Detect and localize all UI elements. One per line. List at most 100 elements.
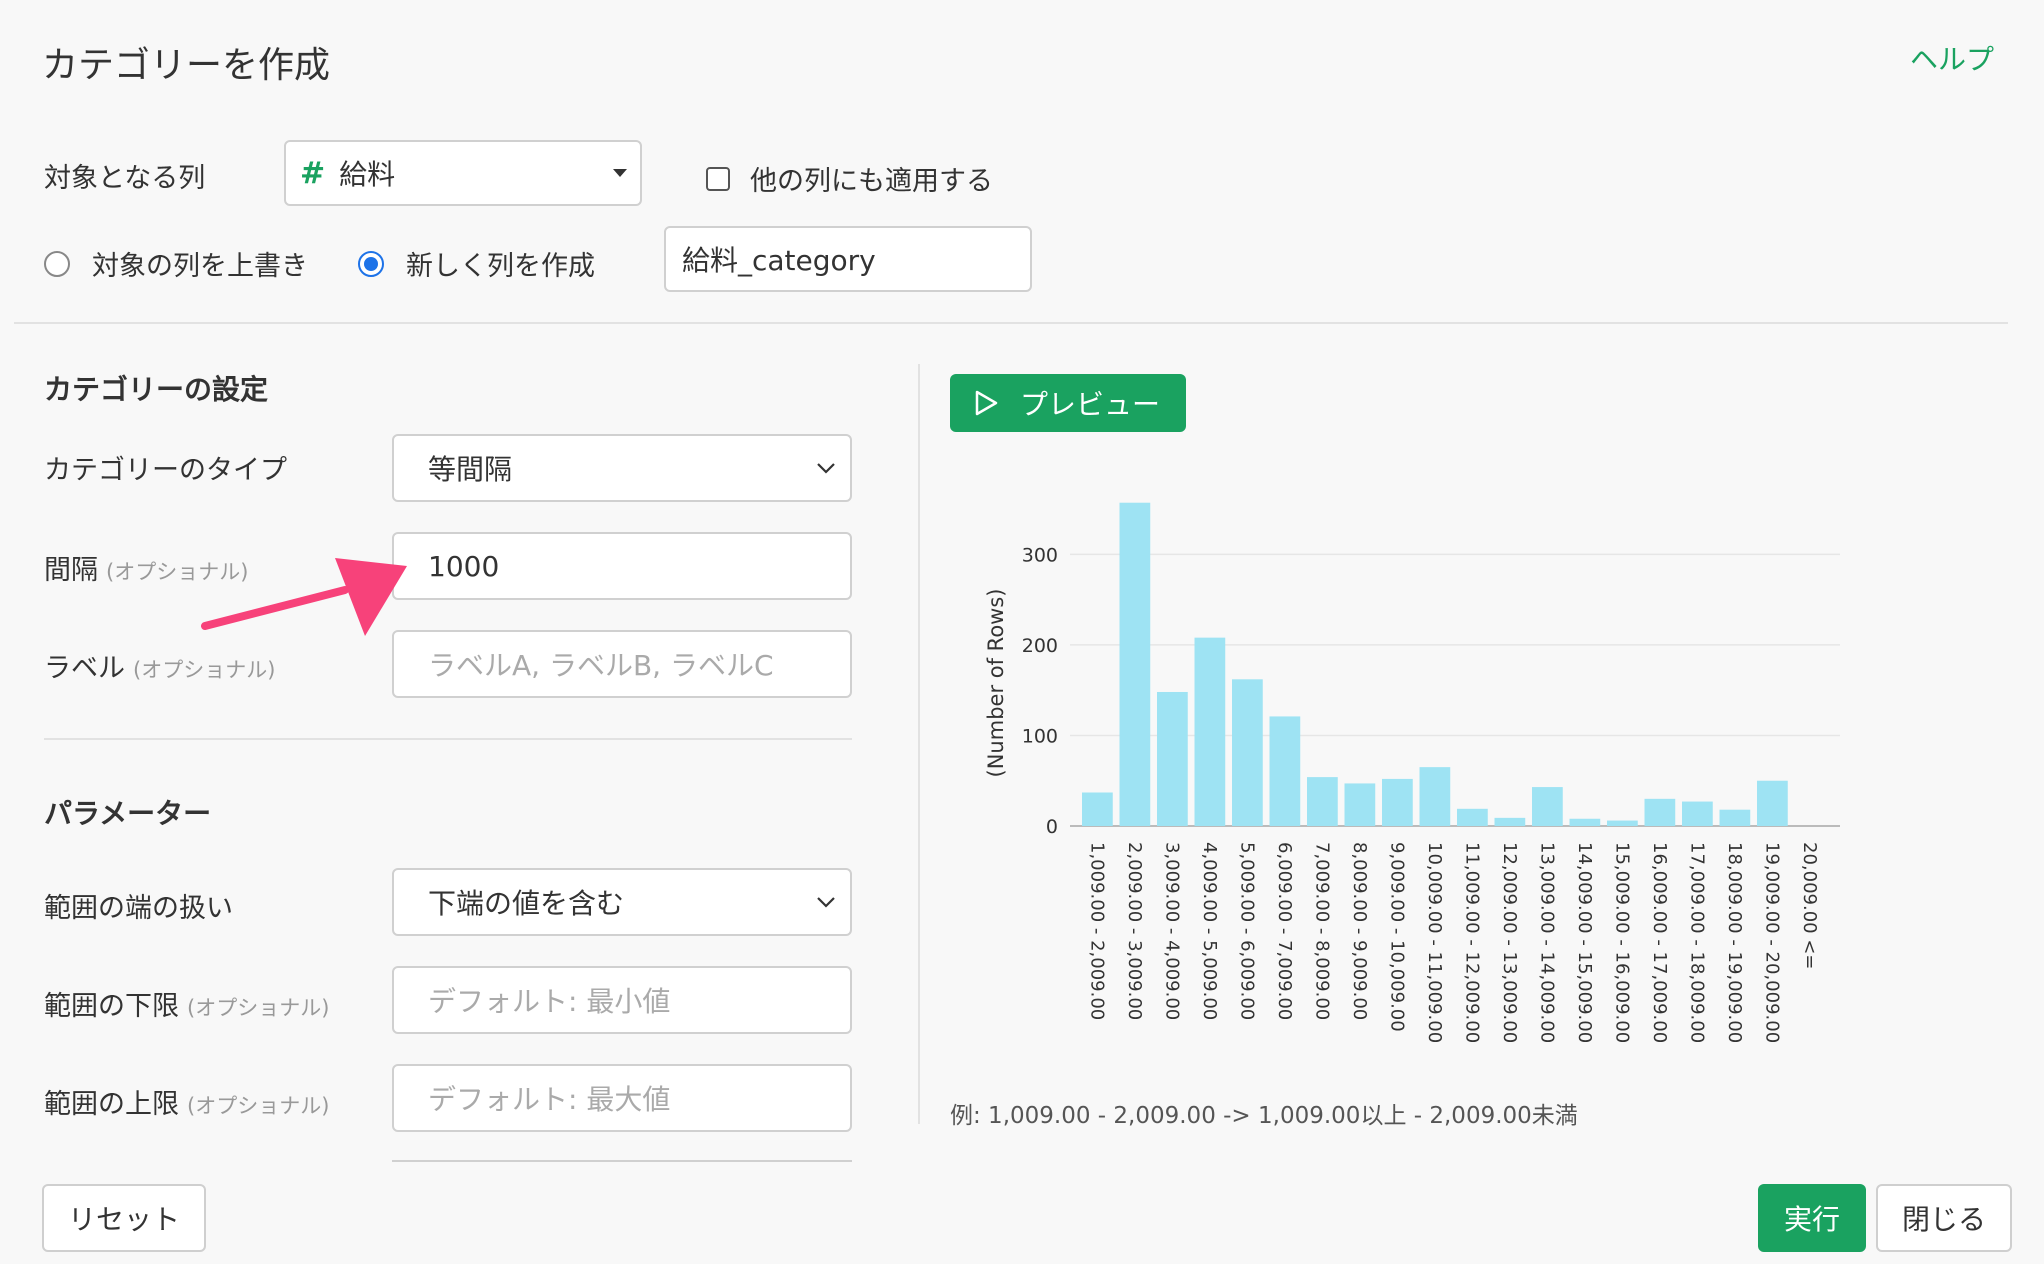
caret-down-icon — [613, 169, 627, 177]
x-tick-label: 20,009.00 <= — [1799, 842, 1820, 970]
histogram-bar — [1757, 780, 1788, 826]
numeric-column-icon: # — [300, 155, 326, 191]
x-tick-label: 6,009.00 - 7,009.00 — [1274, 842, 1295, 1020]
reset-button[interactable]: リセット — [42, 1184, 206, 1252]
x-tick-label: 2,009.00 - 3,009.00 — [1124, 842, 1145, 1020]
category-type-label: カテゴリーのタイプ — [44, 455, 287, 486]
label-label-row: ラベル (オプショナル) — [44, 646, 275, 685]
overwrite-label: 対象の列を上書き — [92, 251, 308, 282]
target-column-value: 給料 — [339, 158, 396, 191]
parameters-heading: パラメーター — [44, 797, 212, 830]
label-placeholder: ラベルA, ラベルB, ラベルC — [428, 649, 774, 682]
interval-input[interactable]: 1000 — [392, 532, 852, 600]
lower-bound-input[interactable]: デフォルト: 最小値 — [392, 966, 852, 1034]
close-button[interactable]: 閉じる — [1876, 1184, 2012, 1252]
next-field-edge — [392, 1160, 852, 1166]
interval-value: 1000 — [428, 549, 500, 583]
histogram-bar — [1719, 809, 1751, 826]
interval-label: 間隔 — [44, 555, 98, 586]
x-tick-label: 10,009.00 - 11,009.00 — [1424, 842, 1445, 1043]
histogram-bar — [1082, 792, 1113, 826]
histogram-bar — [1607, 820, 1638, 826]
upper-bound-placeholder: デフォルト: 最大値 — [428, 1083, 671, 1116]
x-tick-label: 9,009.00 - 10,009.00 — [1386, 842, 1407, 1032]
histogram-chart: 0 100 200 300 (Number of Rows) 1,009.00 - 2,0… — [984, 502, 1840, 1043]
histogram-bar — [1382, 778, 1413, 826]
x-tick-label: 11,009.00 - 12,009.00 — [1461, 842, 1482, 1043]
x-tick-label: 15,009.00 - 16,009.00 — [1611, 842, 1632, 1043]
edge-handling-value: 下端の値を含む — [428, 887, 625, 920]
histogram-bar — [1457, 808, 1488, 826]
lower-label-row: 範囲の下限 (オプショナル) — [44, 984, 329, 1023]
new-column-name-value: 給料_category — [682, 244, 876, 277]
x-tick-label: 13,009.00 - 14,009.00 — [1536, 842, 1557, 1043]
histogram-bar — [1494, 817, 1526, 826]
annotation-arrow-icon — [201, 558, 407, 636]
histogram-bar — [1157, 691, 1188, 826]
histogram-bar — [1644, 798, 1676, 826]
apply-other-label: 他の列にも適用する — [750, 166, 993, 197]
histogram-bar — [1119, 502, 1151, 826]
lower-bound-placeholder: デフォルト: 最小値 — [428, 985, 671, 1018]
label-label: ラベル — [44, 653, 125, 684]
dialog-title: カテゴリーを作成 — [42, 45, 331, 86]
lower-optional: (オプショナル) — [187, 996, 330, 1020]
new-column-radio[interactable] — [358, 250, 384, 277]
x-tick-label: 18,009.00 - 19,009.00 — [1724, 842, 1745, 1043]
upper-bound-input[interactable]: デフォルト: 最大値 — [392, 1064, 852, 1132]
x-tick-label: 3,009.00 - 4,009.00 — [1161, 842, 1182, 1020]
y-axis-label: (Number of Rows) — [984, 589, 1008, 778]
label-input[interactable]: ラベルA, ラベルB, ラベルC — [392, 630, 852, 698]
x-tick-label: 5,009.00 - 6,009.00 — [1236, 842, 1257, 1020]
x-tick-label: 14,009.00 - 15,009.00 — [1574, 842, 1595, 1043]
preview-button[interactable]: プレビュー — [950, 374, 1186, 432]
upper-label-row: 範囲の上限 (オプショナル) — [44, 1082, 329, 1121]
histogram-bar — [1194, 637, 1226, 826]
y-tick-label: 100 — [1022, 725, 1058, 747]
histogram-bar — [1569, 818, 1601, 826]
edge-label: 範囲の端の扱い — [44, 893, 233, 924]
target-column-select[interactable]: # 給料 — [284, 140, 642, 206]
category-type-value: 等間隔 — [428, 453, 513, 486]
chevron-down-icon — [817, 463, 835, 474]
panel-divider — [918, 364, 920, 1124]
x-tick-label: 4,009.00 - 5,009.00 — [1199, 842, 1220, 1020]
x-tick-label: 8,009.00 - 9,009.00 — [1349, 842, 1370, 1020]
label-optional: (オプショナル) — [133, 658, 276, 682]
help-link[interactable]: ヘルプ — [1910, 38, 1994, 78]
target-column-label: 対象となる列 — [44, 163, 206, 194]
y-tick-label: 0 — [1046, 816, 1058, 838]
histogram-bar — [1682, 801, 1713, 826]
x-tick-label: 7,009.00 - 8,009.00 — [1311, 842, 1332, 1020]
settings-divider — [44, 738, 852, 740]
edge-handling-select[interactable]: 下端の値を含む — [392, 868, 852, 936]
upper-label: 範囲の上限 — [44, 1089, 179, 1120]
upper-optional: (オプショナル) — [187, 1094, 330, 1118]
new-column-label: 新しく列を作成 — [406, 251, 595, 282]
chevron-down-icon — [817, 897, 835, 908]
x-tick-label: 19,009.00 - 20,009.00 — [1761, 842, 1782, 1043]
x-tick-label: 1,009.00 - 2,009.00 — [1086, 842, 1107, 1020]
lower-label: 範囲の下限 — [44, 991, 179, 1022]
new-column-radio-row[interactable]: 新しく列を作成 — [358, 244, 595, 283]
histogram-bar — [1344, 783, 1376, 826]
histogram-bar — [1419, 767, 1451, 826]
x-tick-label: 12,009.00 - 13,009.00 — [1499, 842, 1520, 1043]
preview-button-label: プレビュー — [1020, 388, 1161, 421]
play-icon — [975, 390, 998, 416]
category-type-select[interactable]: 等間隔 — [392, 434, 852, 502]
y-tick-label: 200 — [1022, 635, 1058, 657]
overwrite-radio[interactable] — [44, 250, 70, 277]
run-button[interactable]: 実行 — [1758, 1184, 1866, 1252]
histogram-bar — [1269, 716, 1301, 826]
apply-other-checkbox[interactable] — [706, 166, 730, 191]
overwrite-radio-row[interactable]: 対象の列を上書き — [44, 244, 308, 283]
histogram-bar — [1532, 787, 1563, 826]
histogram-bar — [1232, 679, 1263, 826]
x-tick-label: 17,009.00 - 18,009.00 — [1686, 842, 1707, 1043]
new-column-name-input[interactable]: 給料_category — [664, 226, 1032, 292]
apply-other-checkbox-row[interactable]: 他の列にも適用する — [706, 159, 993, 198]
top-divider — [14, 322, 2008, 324]
range-example-note: 例: 1,009.00 - 2,009.00 -> 1,009.00以上 - 2… — [950, 1103, 1578, 1129]
x-tick-label: 16,009.00 - 17,009.00 — [1649, 842, 1670, 1043]
